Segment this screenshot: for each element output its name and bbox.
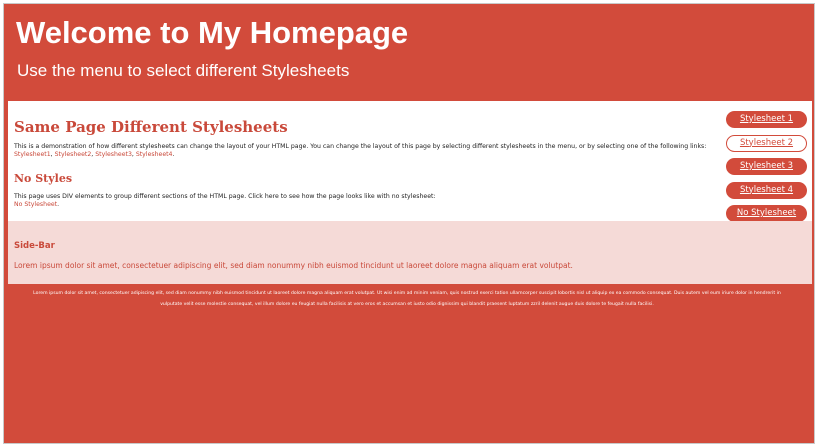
menu-button-stylesheet-1[interactable]: Stylesheet 1	[726, 111, 807, 128]
sidebar-title: Side-Bar	[14, 241, 55, 251]
no-styles-text: This page uses DIV elements to group dif…	[14, 193, 436, 200]
page-title: Welcome to My Homepage	[16, 15, 409, 50]
main-section: Same Page Different Stylesheets This is …	[8, 101, 812, 222]
page-subtitle: Use the menu to select different Stylesh…	[17, 61, 350, 80]
intro-paragraph: This is a demonstration of how different…	[14, 143, 714, 159]
stylesheet-link-4[interactable]: Stylesheet4	[136, 151, 173, 158]
content-area: Same Page Different Stylesheets This is …	[14, 101, 714, 209]
page-frame: Welcome to My Homepage Use the menu to s…	[3, 3, 815, 444]
content-heading: Same Page Different Stylesheets	[14, 118, 288, 136]
page-header: Welcome to My Homepage Use the menu to s…	[16, 15, 408, 81]
side-bar: Side-Bar Lorem ipsum dolor sit amet, con…	[8, 221, 812, 284]
footer-text: Lorem ipsum dolor sit amet, consectetuer…	[33, 291, 781, 307]
intro-text: This is a demonstration of how different…	[14, 143, 707, 150]
link-period: .	[57, 201, 60, 208]
menu-button-stylesheet-3[interactable]: Stylesheet 3	[726, 158, 807, 175]
no-styles-paragraph: This page uses DIV elements to group dif…	[14, 193, 714, 209]
stylesheet-link-2[interactable]: Stylesheet2	[55, 151, 92, 158]
stylesheet-menu: Stylesheet 1 Stylesheet 2 Stylesheet 3 S…	[726, 111, 812, 229]
stylesheet-link-1[interactable]: Stylesheet1	[14, 151, 51, 158]
menu-button-stylesheet-4[interactable]: Stylesheet 4	[726, 181, 807, 199]
no-styles-heading: No Styles	[14, 172, 73, 185]
sidebar-text: Lorem ipsum dolor sit amet, consectetuer…	[14, 261, 573, 270]
no-stylesheet-link[interactable]: No Stylesheet	[14, 201, 57, 208]
menu-button-stylesheet-2[interactable]: Stylesheet 2	[726, 134, 807, 152]
link-period: .	[172, 151, 175, 158]
menu-button-no-stylesheet[interactable]: No Stylesheet	[726, 205, 807, 222]
stylesheet-link-3[interactable]: Stylesheet3	[95, 151, 132, 158]
